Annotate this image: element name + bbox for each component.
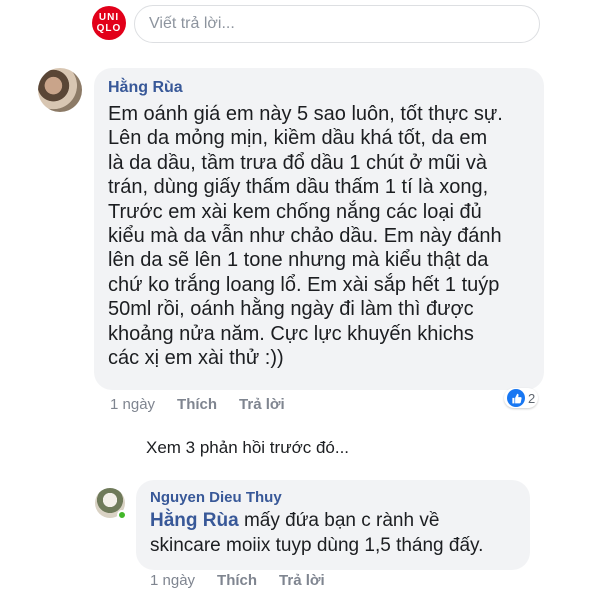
mention-link[interactable]: Hằng Rùa — [150, 510, 239, 531]
comment-line: lên da sẽ lên 1 tone nhưng mà kiểu thật … — [108, 249, 489, 272]
reply-button[interactable]: Trả lời — [279, 572, 325, 589]
logo-text-top: UNI — [98, 12, 120, 23]
comment-body: Em oánh giá em này 5 sao luôn, tốt thực … — [108, 102, 530, 370]
comment-author[interactable]: Hằng Rùa — [108, 78, 530, 98]
like-icon — [507, 389, 525, 407]
comment-line: 50ml rồi, oánh hằng ngày đi làm thì được — [108, 298, 474, 321]
uniqlo-logo: UNI QLO — [92, 6, 126, 40]
comment-line: skincare moiix tuyp dùng 1,5 tháng đấy. — [150, 535, 484, 556]
reply-input[interactable] — [134, 5, 540, 43]
reply-composer: UNI QLO — [92, 2, 542, 46]
comment-line: các xị em xài thử :)) — [108, 347, 284, 370]
comment-line: Lên da mỏng mịn, kiềm dầu khá tốt, da em — [108, 127, 488, 150]
comment-timestamp[interactable]: 1 ngày — [110, 396, 155, 413]
logo-text-bottom: QLO — [96, 23, 122, 34]
comment-line: chứ ko trắng loang lổ. Em xài sắp hết 1 … — [108, 273, 500, 296]
like-button[interactable]: Thích — [217, 572, 257, 589]
reaction-badge[interactable]: 2 — [504, 388, 539, 408]
comment-line: khoảng nửa năm. Cực lực khuyến khichs — [108, 322, 474, 345]
comment-bubble: Nguyen Dieu Thuy Hằng Rùa mấy đứa bạn c … — [136, 480, 530, 570]
reaction-count: 2 — [528, 390, 536, 406]
comment-actions: 1 ngày Thích Trả lời — [150, 572, 325, 589]
comment-line: kiểu mà da vẫn như chảo dầu. Em này đánh — [108, 225, 502, 248]
reply-button[interactable]: Trả lời — [239, 396, 285, 413]
view-previous-replies-link[interactable]: Xem 3 phản hồi trước đó... — [146, 438, 349, 458]
comment-author[interactable]: Nguyen Dieu Thuy — [150, 488, 516, 508]
like-button[interactable]: Thích — [177, 396, 217, 413]
comment-line: Hằng Rùa mấy đứa bạn c rành về — [150, 508, 516, 533]
comment-timestamp[interactable]: 1 ngày — [150, 572, 195, 589]
comment-line: trán, dùng giấy thấm dầu thấm 1 tí là xo… — [108, 176, 489, 199]
comment-line: là da dầu, tầm trưa đổ dầu 1 chút ở mũi … — [108, 151, 487, 174]
comment-text: mấy đứa bạn c rành về — [238, 510, 440, 531]
online-status-icon — [117, 510, 127, 520]
comment-bubble: Hằng Rùa Em oánh giá em này 5 sao luôn, … — [94, 68, 544, 390]
comment-actions: 1 ngày Thích Trả lời — [110, 396, 285, 413]
comment-line: Em oánh giá em này 5 sao luôn, tốt thực … — [108, 103, 503, 125]
avatar[interactable] — [38, 68, 82, 112]
comment-line: Trước em xài kem chống nắng các loại đủ — [108, 200, 482, 223]
